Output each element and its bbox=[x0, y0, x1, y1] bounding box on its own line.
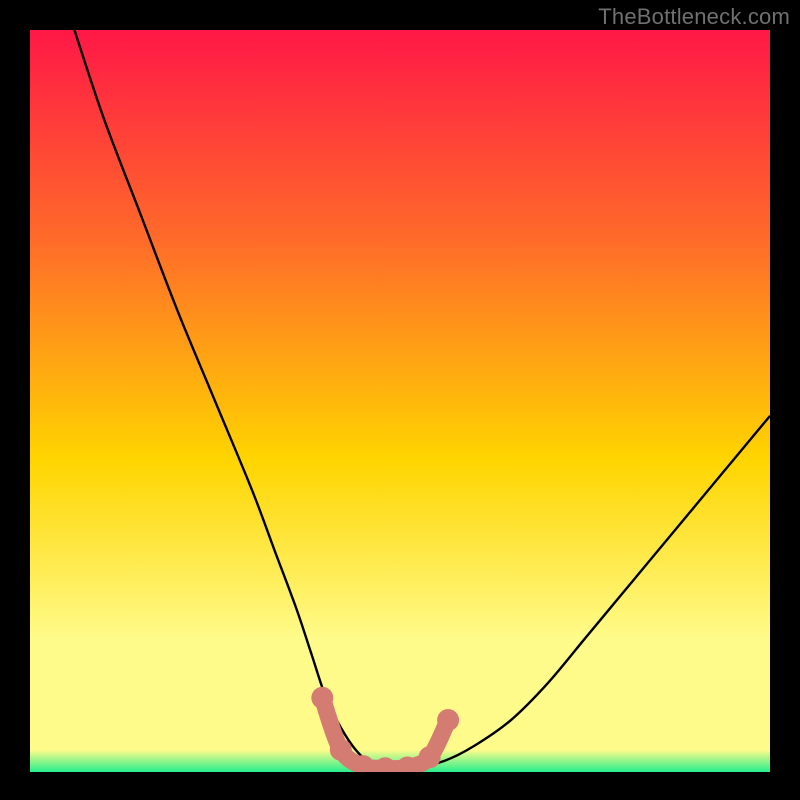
marker-dot bbox=[374, 757, 396, 779]
plot-background bbox=[30, 30, 770, 772]
marker-dot bbox=[330, 739, 352, 761]
bottleneck-chart bbox=[0, 0, 800, 800]
marker-dot bbox=[352, 755, 374, 777]
marker-dot bbox=[419, 746, 441, 768]
chart-frame: { "watermark": "TheBottleneck.com", "col… bbox=[0, 0, 800, 800]
marker-dot bbox=[437, 709, 459, 731]
marker-dot bbox=[396, 757, 418, 779]
watermark-text: TheBottleneck.com bbox=[598, 4, 790, 30]
marker-dot bbox=[311, 687, 333, 709]
